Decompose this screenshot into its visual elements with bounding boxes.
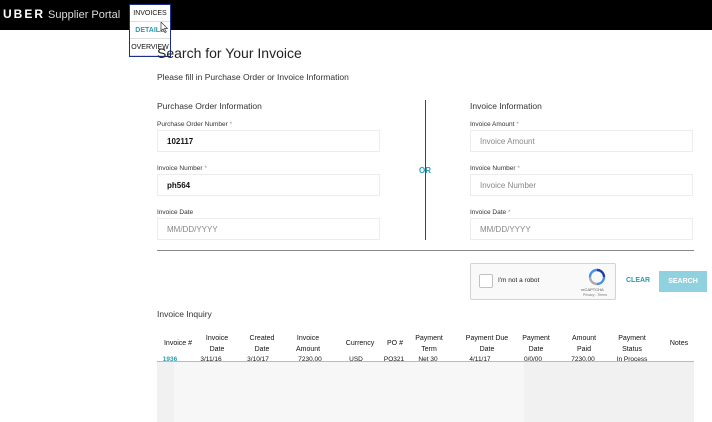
column-header-invoice-amount: Invoice Amount <box>295 335 321 353</box>
po-number-label: Purchase Order Number * <box>157 121 233 128</box>
top-navigation-bar: UBER Supplier Portal <box>0 0 712 30</box>
column-header-po: PO # <box>387 340 403 347</box>
invoice-number-input[interactable] <box>470 174 693 196</box>
column-header-currency: Currency <box>345 340 375 347</box>
po-number-input[interactable] <box>157 130 380 152</box>
search-button[interactable]: SEARCH <box>659 271 707 292</box>
horizontal-divider <box>157 250 694 251</box>
recaptcha-label: I'm not a robot <box>498 277 540 284</box>
recaptcha-logo-icon <box>588 268 606 286</box>
invoice-inquiry-title: Invoice Inquiry <box>157 309 212 319</box>
purchase-order-section-title: Purchase Order Information <box>157 101 262 111</box>
page-title: Search for Your Invoice <box>157 45 302 61</box>
page-subtitle: Please fill in Purchase Order or Invoice… <box>157 72 349 82</box>
invoice-section-title: Invoice Information <box>470 101 542 111</box>
column-header-invoice-no: Invoice # <box>163 340 193 347</box>
recaptcha-checkbox[interactable] <box>479 274 493 288</box>
table-body-inner <box>174 362 524 422</box>
column-header-payment-term: Payment Term <box>415 335 443 353</box>
column-header-amount-paid: Amount Paid <box>571 335 597 353</box>
column-header-payment-due-date: Payment Due Date <box>465 335 509 353</box>
po-invoice-date-input[interactable] <box>157 218 380 240</box>
mouse-cursor-icon <box>160 22 169 33</box>
recaptcha-widget: I'm not a robot reCAPTCHA Privacy - Term… <box>470 263 616 300</box>
column-header-created-date: Created Date <box>249 335 275 353</box>
invoice-date-label: Invoice Date * <box>470 209 511 216</box>
menu-item-invoices[interactable]: INVOICES <box>130 5 170 22</box>
brand-logo[interactable]: UBER Supplier Portal <box>3 7 120 21</box>
recaptcha-terms-link[interactable]: Privacy - Terms <box>583 293 607 297</box>
or-label: OR <box>419 166 431 175</box>
invoice-number-label: Invoice Number * <box>470 165 520 172</box>
brand-name: UBER <box>3 7 46 21</box>
po-invoice-number-label: Invoice Number * <box>157 165 207 172</box>
invoice-amount-input[interactable] <box>470 130 693 152</box>
recaptcha-brand: reCAPTCHA <box>581 287 604 292</box>
invoice-date-input[interactable] <box>470 218 693 240</box>
column-header-invoice-date: Invoice Date <box>205 335 229 353</box>
po-invoice-number-input[interactable] <box>157 174 380 196</box>
portal-name: Supplier Portal <box>48 9 121 21</box>
invoice-amount-label: Invoice Amount * <box>470 121 519 128</box>
column-header-payment-status: Payment Status <box>618 335 646 353</box>
po-invoice-date-label: Invoice Date <box>157 209 194 216</box>
clear-button[interactable]: CLEAR <box>626 277 650 284</box>
column-header-payment-date: Payment Date <box>522 335 550 353</box>
column-header-notes: Notes <box>669 340 689 347</box>
